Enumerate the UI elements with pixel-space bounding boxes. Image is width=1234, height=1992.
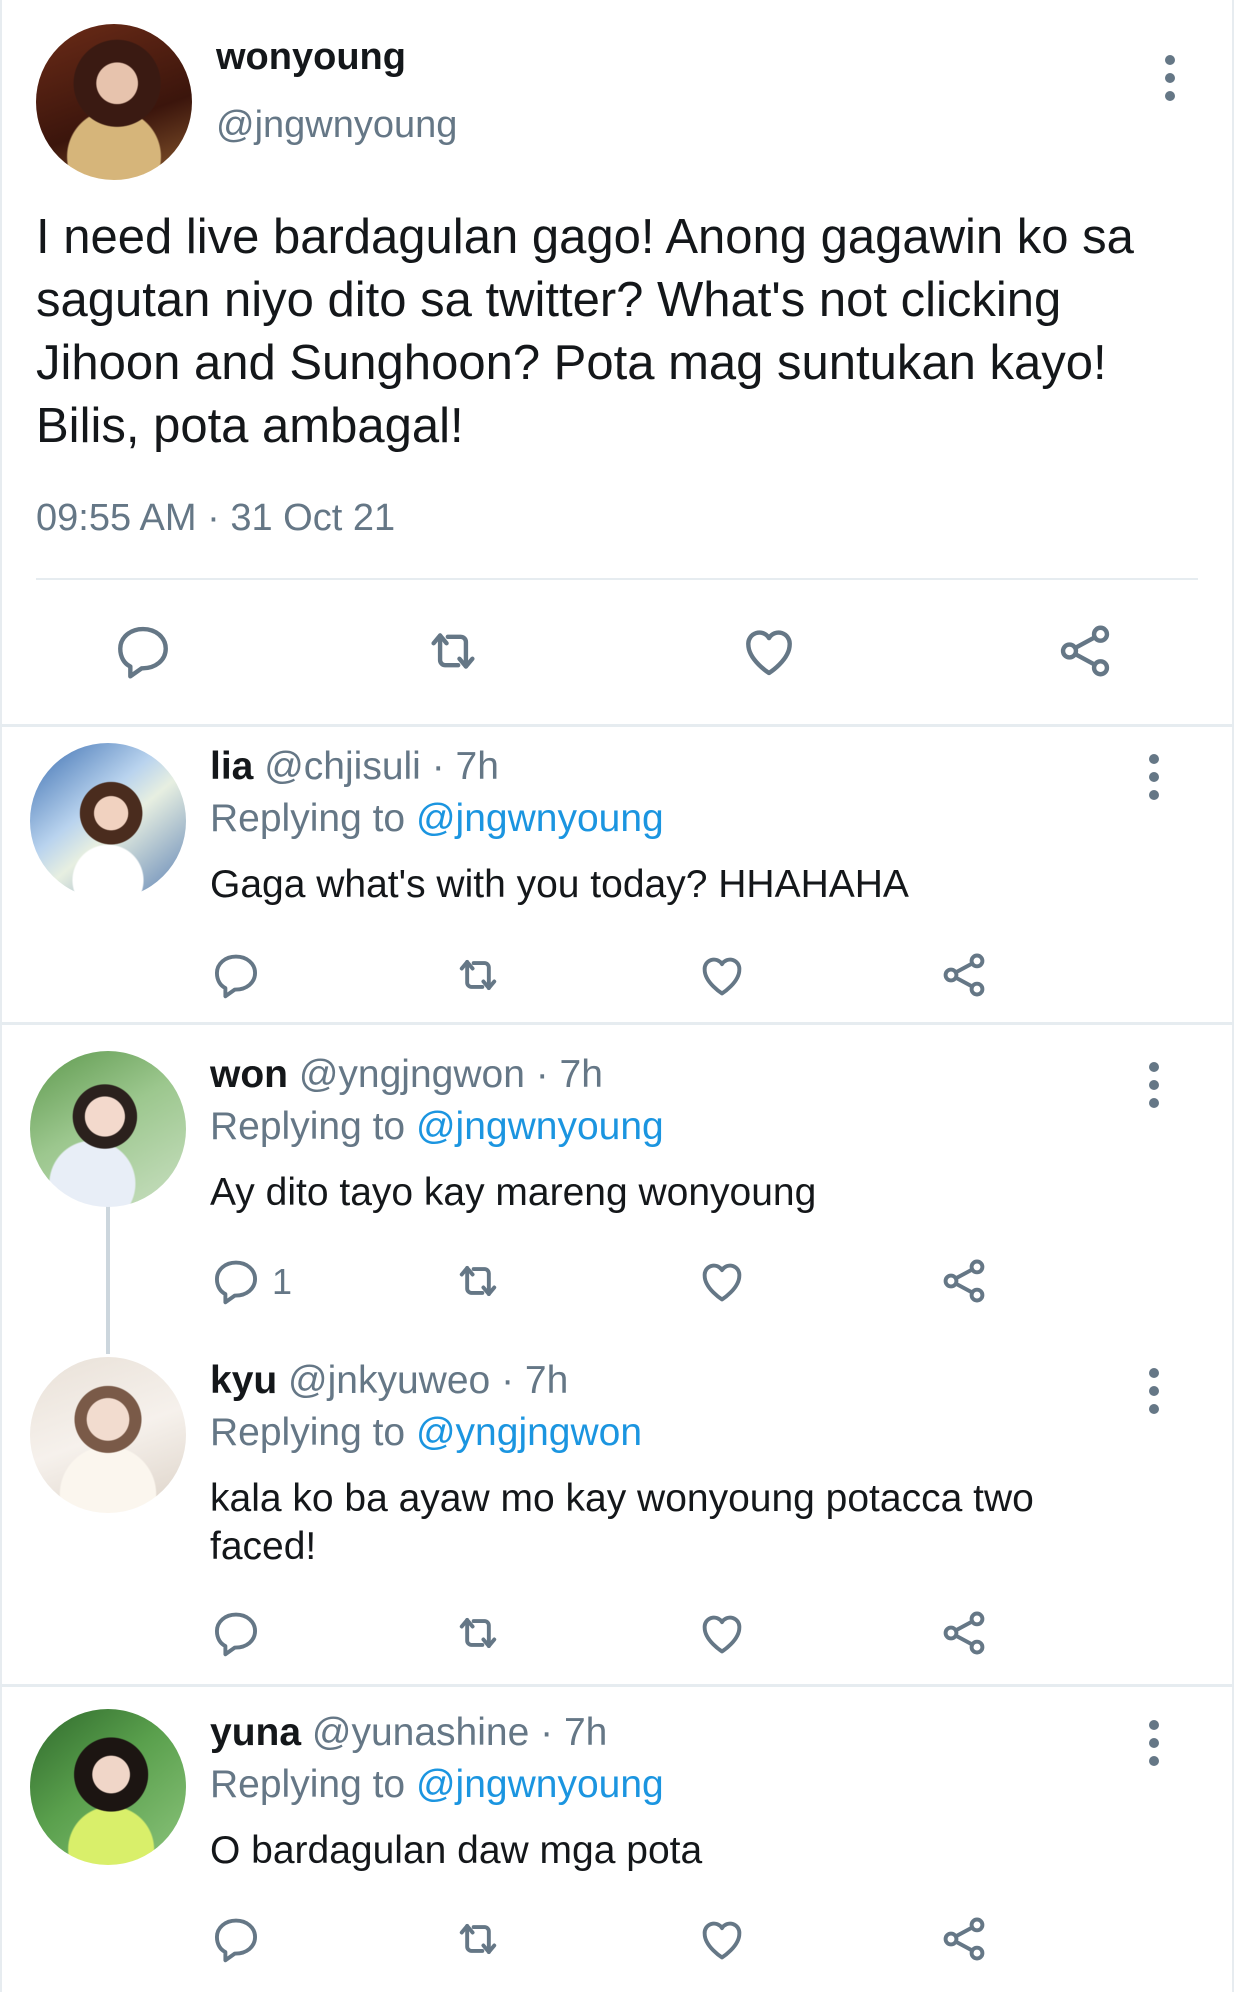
reply-text: Ay dito tayo kay mareng wonyoung [210,1171,817,1214]
like-icon[interactable] [696,1255,748,1307]
reply-tweet[interactable]: yuna @yunashine · 7h Replying to @jngwny… [0,1687,1234,1992]
reply-tweet[interactable]: kyu @jnkyuweo · 7h Replying to @yngjngwo… [0,1333,1234,1685]
replying-prefix: Replying to [210,1763,406,1806]
author-handle[interactable]: @jngwnyoung [216,104,457,147]
reply-count: 1 [272,1261,293,1302]
retweet-icon[interactable] [452,1255,504,1307]
replying-to-link[interactable]: @jngwnyoung [416,797,664,840]
reply-tweet[interactable]: lia @chjisuli · 7h Replying to @jngwnyou… [0,727,1234,1025]
avatar[interactable] [30,1357,186,1513]
author-handle[interactable]: @jnkyuweo [288,1359,490,1402]
reply-age: · 7h [535,1053,603,1096]
more-options-icon[interactable] [1134,1365,1174,1417]
like-icon[interactable] [738,620,800,682]
tweet-actions [0,610,1234,698]
reply-header: kyu @jnkyuweo · 7h [210,1359,568,1403]
replying-to: Replying to @jngwnyoung [210,797,664,841]
reply-age: · 7h [431,745,499,788]
retweet-icon[interactable] [452,949,504,1001]
like-icon[interactable] [696,1607,748,1659]
retweet-icon[interactable] [452,1913,504,1965]
replying-to: Replying to @yngjngwon [210,1411,642,1455]
main-tweet: wonyoung @jngwnyoung I need live bardagu… [0,0,1234,726]
reply-header: yuna @yunashine · 7h [210,1711,607,1755]
reply-text: Gaga what's with you today? HHAHAHA [210,863,909,906]
retweet-icon[interactable] [422,620,484,682]
avatar[interactable] [30,743,186,899]
reply-text: kala ko ba ayaw mo kay wonyoung potacca … [210,1477,1034,1568]
more-options-icon[interactable] [1134,1717,1174,1769]
avatar[interactable] [30,1051,186,1207]
author-handle[interactable]: @yngjngwon [299,1053,525,1096]
author-name[interactable]: yuna [210,1711,301,1754]
replying-to: Replying to @jngwnyoung [210,1763,664,1807]
reply-icon[interactable] [210,1913,262,1965]
like-icon[interactable] [696,949,748,1001]
replying-prefix: Replying to [210,797,406,840]
share-icon[interactable] [938,949,990,1001]
author-name[interactable]: kyu [210,1359,277,1402]
share-icon[interactable] [938,1255,990,1307]
author-handle[interactable]: @yunashine [312,1711,529,1754]
reply-header: lia @chjisuli · 7h [210,745,499,789]
like-icon[interactable] [696,1913,748,1965]
reply-tweet[interactable]: won @yngjngwon · 7h Replying to @jngwnyo… [0,1025,1234,1333]
reply-age: · 7h [501,1359,569,1402]
tweet-text: I need live bardagulan gago! Anong gagaw… [36,210,1134,453]
replying-to: Replying to @jngwnyoung [210,1105,664,1149]
replying-to-link[interactable]: @yngjngwon [416,1411,642,1454]
avatar[interactable] [30,1709,186,1865]
reply-icon[interactable] [210,949,262,1001]
reply-icon[interactable] [112,620,174,682]
reply-icon[interactable] [210,1607,262,1659]
author-name[interactable]: won [210,1053,288,1096]
replying-to-link[interactable]: @jngwnyoung [416,1763,664,1806]
more-options-icon[interactable] [1134,751,1174,803]
reply-icon[interactable] [210,1255,262,1307]
author-name[interactable]: wonyoung [216,36,406,79]
reply-header: won @yngjngwon · 7h [210,1053,603,1097]
reply-age: · 7h [540,1711,608,1754]
replying-to-link[interactable]: @jngwnyoung [416,1105,664,1148]
share-icon[interactable] [938,1913,990,1965]
more-options-icon[interactable] [1134,1059,1174,1111]
more-options-icon[interactable] [1150,52,1190,104]
avatar[interactable] [36,24,192,180]
tweet-timestamp: 09:55 AM · 31 Oct 21 [36,497,396,539]
retweet-icon[interactable] [452,1607,504,1659]
replying-prefix: Replying to [210,1411,406,1454]
reply-text: O bardagulan daw mga pota [210,1829,703,1872]
replying-prefix: Replying to [210,1105,406,1148]
divider [36,578,1198,580]
author-name[interactable]: lia [210,745,253,788]
share-icon[interactable] [938,1607,990,1659]
share-icon[interactable] [1054,620,1116,682]
author-handle[interactable]: @chjisuli [264,745,421,788]
